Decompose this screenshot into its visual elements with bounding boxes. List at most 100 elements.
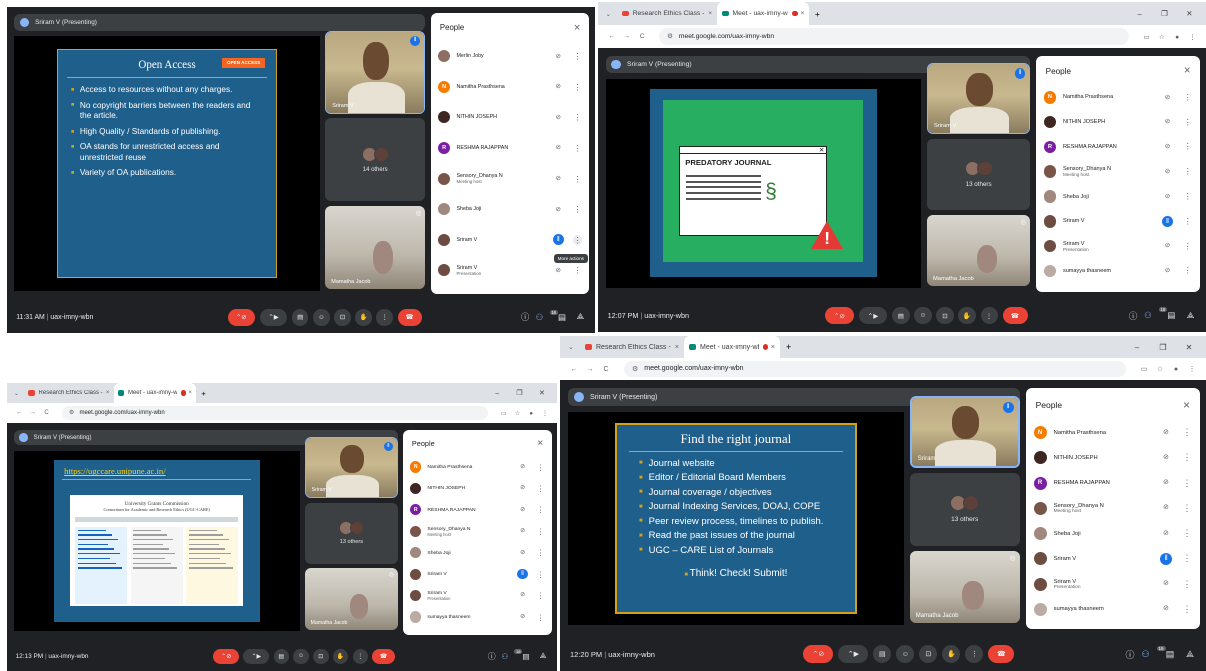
- chat-icon[interactable]: ▤: [1162, 310, 1181, 321]
- cast-icon[interactable]: ▭: [1136, 365, 1152, 373]
- speaker-tile[interactable]: ⦀ Sriram V: [304, 436, 399, 499]
- participant-row[interactable]: sumayya thasneem ⊘ ⋮: [1026, 597, 1200, 622]
- mic-off-icon[interactable]: ⊘: [517, 505, 527, 515]
- tab-gmail[interactable]: Research Ethics Class - mamo×: [617, 2, 717, 25]
- speaker-tile[interactable]: ⦀ Sriram V: [926, 63, 1031, 135]
- close-panel-icon[interactable]: ×: [1183, 398, 1190, 412]
- participant-row[interactable]: Sriram V ⦀ ⋮: [431, 224, 590, 255]
- more-options-icon[interactable]: ⋮: [573, 143, 582, 153]
- more-options-icon[interactable]: ⋮: [536, 570, 545, 579]
- leave-call-button[interactable]: ☎: [372, 648, 395, 665]
- present-button[interactable]: ⊡: [334, 309, 351, 326]
- url-field[interactable]: ⚙ meet.google.com/uax-imny-wbn: [624, 361, 1126, 377]
- mic-off-icon[interactable]: ⊘: [517, 590, 527, 600]
- more-options-icon[interactable]: ⋮: [573, 174, 582, 184]
- minimize-icon[interactable]: –: [1127, 9, 1152, 18]
- more-options-button[interactable]: ⋮: [965, 645, 984, 663]
- more-options-icon[interactable]: ⋮: [573, 265, 582, 275]
- more-options-icon[interactable]: ⋮: [1183, 216, 1193, 227]
- mic-active-icon[interactable]: ⦀: [552, 234, 564, 246]
- mic-off-icon[interactable]: ⊘: [517, 548, 527, 558]
- chat-icon[interactable]: ▤: [1160, 649, 1180, 660]
- mic-off-icon[interactable]: ⊘: [1162, 141, 1174, 153]
- participant-row[interactable]: Merlin Joby ⊘ ⋮: [431, 41, 590, 72]
- mic-off-icon[interactable]: ⊘: [517, 462, 527, 472]
- forward-icon[interactable]: →: [619, 33, 634, 40]
- participant-tile[interactable]: ◎ Mamatha Jacob: [325, 205, 426, 289]
- close-tab-icon[interactable]: ×: [768, 344, 775, 351]
- restore-icon[interactable]: ❐: [1150, 343, 1176, 352]
- participant-row[interactable]: sumayya thasneem ⊘ ⋮: [1036, 259, 1200, 284]
- more-options-icon[interactable]: ⋮: [1183, 117, 1193, 128]
- participant-row[interactable]: Sensory_Dhanya N Meeting host ⊘ ⋮: [1026, 496, 1200, 521]
- leave-call-button[interactable]: ☎: [1002, 307, 1028, 325]
- close-tab-icon[interactable]: ×: [186, 390, 192, 396]
- raise-hand-button[interactable]: ✋: [332, 648, 349, 665]
- mic-off-icon[interactable]: ⊘: [1160, 603, 1172, 615]
- more-options-icon[interactable]: ⋮: [573, 112, 582, 122]
- profile-avatar-icon[interactable]: ●: [1168, 366, 1184, 373]
- participant-row[interactable]: R RESHMA RAJAPPAN ⊘ ⋮: [403, 499, 552, 520]
- participant-row[interactable]: R RESHMA RAJAPPAN ⊘ ⋮: [431, 133, 590, 164]
- speaker-tile[interactable]: ⦀ Sriram: [909, 396, 1020, 469]
- new-tab-icon[interactable]: +: [780, 342, 797, 352]
- more-options-icon[interactable]: ⋮: [572, 234, 583, 245]
- more-options-icon[interactable]: ⋮: [1183, 191, 1193, 202]
- more-options-button[interactable]: ⋮: [352, 648, 369, 665]
- tab-search-chevron-icon[interactable]: ⌄: [606, 10, 618, 18]
- reload-icon[interactable]: C: [40, 410, 54, 416]
- meeting-details-icon[interactable]: ⓘ: [1120, 648, 1140, 661]
- participant-row[interactable]: NITHIN JOSEPH ⊘ ⋮: [1026, 445, 1200, 470]
- mic-off-icon[interactable]: ⊘: [1160, 452, 1172, 464]
- others-tile[interactable]: 14 others: [325, 118, 426, 202]
- participant-row[interactable]: R RESHMA RAJAPPAN ⊘ ⋮: [1036, 135, 1200, 160]
- more-options-icon[interactable]: ⋮: [536, 527, 545, 536]
- mic-off-icon[interactable]: ⊘: [553, 142, 564, 153]
- people-icon[interactable]: ⚇16: [1143, 307, 1168, 321]
- captions-button[interactable]: ▤: [873, 645, 892, 663]
- more-options-icon[interactable]: ⋮: [573, 51, 582, 61]
- mic-toggle-button[interactable]: ⌃⊘: [803, 645, 834, 663]
- participant-row[interactable]: Sriram V Presentation ⊘ ⋮: [403, 585, 552, 606]
- captions-button[interactable]: ▤: [273, 648, 289, 665]
- site-settings-icon[interactable]: ⚙: [632, 365, 638, 373]
- camera-toggle-button[interactable]: ⌃▶: [259, 309, 288, 326]
- window-close-icon[interactable]: ✕: [1177, 9, 1202, 18]
- mic-off-icon[interactable]: ⊘: [1160, 477, 1172, 489]
- others-tile[interactable]: 13 others: [304, 502, 399, 564]
- present-button[interactable]: ⊡: [936, 307, 954, 325]
- mic-off-icon[interactable]: ⊘: [553, 51, 564, 62]
- present-button[interactable]: ⊡: [919, 645, 938, 663]
- minimize-icon[interactable]: –: [1124, 343, 1150, 352]
- bookmark-star-icon[interactable]: ☆: [511, 410, 525, 417]
- new-tab-icon[interactable]: +: [196, 389, 211, 398]
- participant-row[interactable]: Sheba Joji ⊘ ⋮: [431, 194, 590, 225]
- mic-off-icon[interactable]: ⊘: [1162, 265, 1174, 277]
- more-options-button[interactable]: ⋮: [980, 307, 998, 325]
- mic-active-icon[interactable]: ⦀: [517, 569, 528, 580]
- mic-toggle-button[interactable]: ⌃⊘: [825, 307, 854, 325]
- menu-kebab-icon[interactable]: ⋮: [538, 410, 552, 417]
- meeting-details-icon[interactable]: ⓘ: [483, 651, 500, 662]
- back-icon[interactable]: ←: [604, 33, 619, 40]
- more-options-button[interactable]: ⋮: [376, 309, 393, 326]
- mic-active-icon[interactable]: ⦀: [1159, 552, 1172, 565]
- tab-meet[interactable]: Meet - uax-imny-wbn ×: [717, 2, 810, 25]
- participant-row[interactable]: NITHIN JOSEPH ⊘ ⋮: [431, 102, 590, 133]
- more-options-icon[interactable]: ⋮: [1183, 166, 1193, 177]
- more-options-icon[interactable]: ⋮: [1182, 553, 1192, 564]
- tab-gmail[interactable]: Research Ethics Class - mamo×: [24, 383, 113, 403]
- emoji-button[interactable]: ☺: [914, 307, 932, 325]
- participant-tile[interactable]: ◎ Mamatha Jacob: [304, 568, 399, 630]
- captions-button[interactable]: ▤: [291, 309, 309, 326]
- participant-row[interactable]: Sriram V ⦀ ⋮: [403, 563, 552, 584]
- more-options-icon[interactable]: ⋮: [536, 613, 545, 622]
- mic-off-icon[interactable]: ⊘: [517, 612, 527, 622]
- participant-row[interactable]: Sriram V ⦀ ⋮: [1026, 546, 1200, 571]
- reload-icon[interactable]: C: [598, 366, 614, 373]
- window-close-icon[interactable]: ✕: [1176, 343, 1202, 352]
- tab-gmail[interactable]: Research Ethics Class - mamo×: [580, 336, 684, 358]
- mic-toggle-button[interactable]: ⌃⊘: [227, 309, 256, 326]
- emoji-button[interactable]: ☺: [313, 309, 330, 326]
- mic-off-icon[interactable]: ⊘: [1160, 427, 1172, 439]
